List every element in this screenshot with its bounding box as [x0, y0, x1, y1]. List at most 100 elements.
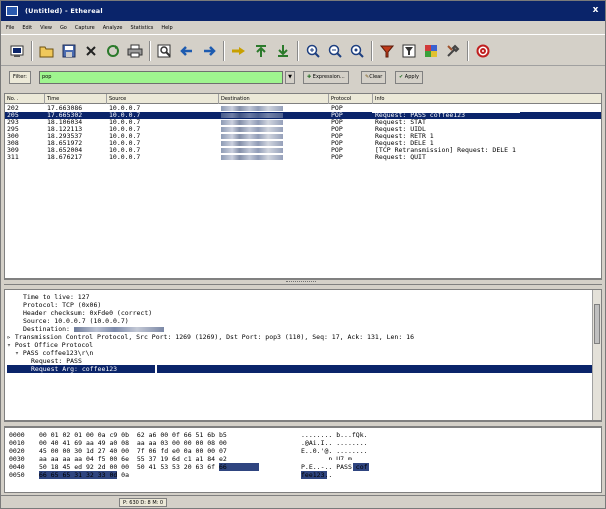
reload-icon[interactable] [103, 41, 123, 61]
toolbar-separator [297, 41, 299, 61]
menu-analyze[interactable]: Analyze [103, 25, 123, 31]
redaction-blur [221, 127, 283, 132]
menu-edit[interactable]: Edit [22, 25, 32, 31]
coloring-rules-icon[interactable] [421, 41, 441, 61]
print-icon[interactable] [125, 41, 145, 61]
packet-list-pane[interactable]: No. . Time Source Destination Protocol I… [4, 93, 602, 279]
packet-row[interactable]: 309 18.652004 10.0.0.7 POP [TCP Retransmissi… [5, 147, 601, 154]
details-scrollbar-thumb[interactable] [594, 304, 600, 344]
help-icon[interactable] [473, 41, 493, 61]
normal-size-icon[interactable] [347, 41, 367, 61]
redaction-blur [221, 148, 283, 153]
packet-row[interactable]: 295 18.122113 10.0.0.7 POP Request: UIDL [5, 126, 601, 133]
redaction-blur [221, 120, 283, 125]
zoom-in-icon[interactable] [303, 41, 323, 61]
detail-text: Post Office Protocol [14, 341, 94, 349]
apply-label: Apply [404, 74, 419, 80]
packet-row[interactable]: 293 18.106034 10.0.0.7 POP Request: STAT [5, 119, 601, 126]
redaction-blur [221, 155, 283, 160]
filter-dropdown-button[interactable]: ▼ [285, 71, 295, 84]
filter-input[interactable]: pop [39, 71, 283, 84]
title-bar: (Untitled) - Ethereal x [1, 1, 605, 21]
display-filters-icon[interactable] [399, 41, 419, 61]
ascii-highlight-box [298, 460, 374, 482]
packet-destination-redacted [221, 154, 283, 162]
detail-line[interactable]: Protocol: TCP (0x06) [5, 301, 595, 309]
pane-splitter-top[interactable] [4, 279, 602, 285]
column-header-info[interactable]: Info [373, 94, 601, 104]
hex-bytes: aa aa aa aa 04 f5 00 6e 55 37 19 6d c1 a… [39, 455, 227, 463]
redaction-blur [221, 106, 283, 111]
menu-bar: File Edit View Go Capture Analyze Statis… [1, 21, 605, 34]
menu-statistics[interactable]: Statistics [130, 25, 153, 31]
close-file-icon[interactable] [81, 41, 101, 61]
list-interfaces-icon[interactable] [7, 41, 27, 61]
hex-bytes: 00 01 02 01 00 0a c9 0b 62 a6 00 0f 66 5… [39, 431, 227, 439]
tree-expanded-icon[interactable]: ▿ [7, 341, 15, 349]
preferences-icon[interactable] [443, 41, 463, 61]
packet-row[interactable]: 205 17.665302 10.0.0.7 POP Request: PASS cof… [5, 112, 601, 119]
clear-button[interactable]: ✎Clear [361, 71, 387, 84]
filter-button[interactable]: Filter: [9, 71, 31, 84]
hex-offset: 0050 [9, 471, 25, 479]
hex-offset: 0040 [9, 463, 25, 471]
detail-line[interactable]: ▿ Post Office Protocol [5, 341, 595, 349]
hex-dump-pane[interactable]: 0000 00 01 02 01 00 0a c9 0b 62 a6 00 0f … [4, 427, 602, 493]
packet-protocol: POP [331, 153, 343, 161]
column-header-destination[interactable]: Destination [219, 94, 329, 104]
detail-line[interactable]: ▹ Transmission Control Protocol, Src Por… [5, 333, 595, 341]
tree-collapsed-icon[interactable]: ▹ [7, 333, 15, 341]
save-icon[interactable] [59, 41, 79, 61]
open-icon[interactable] [37, 41, 57, 61]
menu-go[interactable]: Go [60, 25, 67, 31]
ethereal-window: (Untitled) - Ethereal x File Edit View G… [0, 0, 606, 509]
detail-line[interactable]: Destination: [5, 325, 595, 333]
hex-offset: 0030 [9, 455, 25, 463]
hex-offset: 0010 [9, 439, 25, 447]
hex-bytes: 00 40 41 69 aa 49 a0 08 aa aa 03 00 00 0… [39, 439, 227, 447]
checkmark-icon: ✔ [399, 74, 404, 80]
go-forward-icon[interactable] [199, 41, 219, 61]
go-to-packet-icon[interactable] [229, 41, 249, 61]
apply-button[interactable]: ✔ Apply [395, 71, 423, 84]
go-last-icon[interactable] [273, 41, 293, 61]
toolbar-separator [149, 41, 151, 61]
packet-list-header: No. . Time Source Destination Protocol I… [5, 94, 601, 104]
detail-text: Protocol: TCP (0x06) [23, 301, 102, 309]
detail-line[interactable]: Source: 10.0.0.7 (10.0.0.7) [5, 317, 595, 325]
go-back-icon[interactable] [177, 41, 197, 61]
packet-row[interactable]: 311 18.676217 10.0.0.7 POP Request: QUIT [5, 154, 601, 161]
go-first-icon[interactable] [251, 41, 271, 61]
menu-view[interactable]: View [40, 25, 52, 31]
detail-line[interactable]: Header checksum: 0xFde0 (correct) [5, 309, 595, 317]
zoom-out-icon[interactable] [325, 41, 345, 61]
packet-source: 10.0.0.7 [109, 153, 141, 161]
column-header-source[interactable]: Source [107, 94, 219, 104]
hex-bytes: 50 18 45 ed 92 2d 00 00 50 41 53 53 20 6… [39, 463, 227, 471]
column-header-protocol[interactable]: Protocol [329, 94, 373, 104]
expression-button[interactable]: ✚ Expression... [303, 71, 349, 84]
detail-text: Source: 10.0.0.7 (10.0.0.7) [23, 317, 129, 325]
packet-info: Request: QUIT [375, 153, 426, 161]
hex-bytes: 66 65 65 31 32 33 0d 0a [39, 471, 130, 479]
info-highlight-box [372, 105, 520, 113]
close-window-button[interactable]: x [590, 5, 601, 16]
menu-capture[interactable]: Capture [75, 25, 95, 31]
packet-details-pane[interactable]: Time to live: 127 Protocol: TCP (0x06) Hea… [4, 289, 602, 421]
find-packet-icon[interactable] [155, 41, 175, 61]
packet-row[interactable]: 300 18.293537 10.0.0.7 POP Request: RETR 1 [5, 133, 601, 140]
column-header-no[interactable]: No. . [5, 94, 45, 104]
hex-ascii: ........ b...fQk. [301, 431, 368, 439]
column-header-time[interactable]: Time [45, 94, 107, 104]
hex-offset: 0000 [9, 431, 25, 439]
detail-text: Time to live: 127 [23, 293, 90, 301]
menu-help[interactable]: Help [161, 25, 172, 31]
status-bar: P: 630 D: 8 M: 0 [1, 495, 605, 508]
details-scrollbar[interactable] [592, 290, 601, 420]
detail-text: Header checksum: 0xFde0 (correct) [23, 309, 153, 317]
main-toolbar [1, 34, 605, 66]
packet-time: 18.676217 [47, 153, 83, 161]
detail-line[interactable]: Time to live: 127 [5, 293, 595, 301]
capture-filters-icon[interactable] [377, 41, 397, 61]
menu-file[interactable]: File [6, 25, 14, 31]
